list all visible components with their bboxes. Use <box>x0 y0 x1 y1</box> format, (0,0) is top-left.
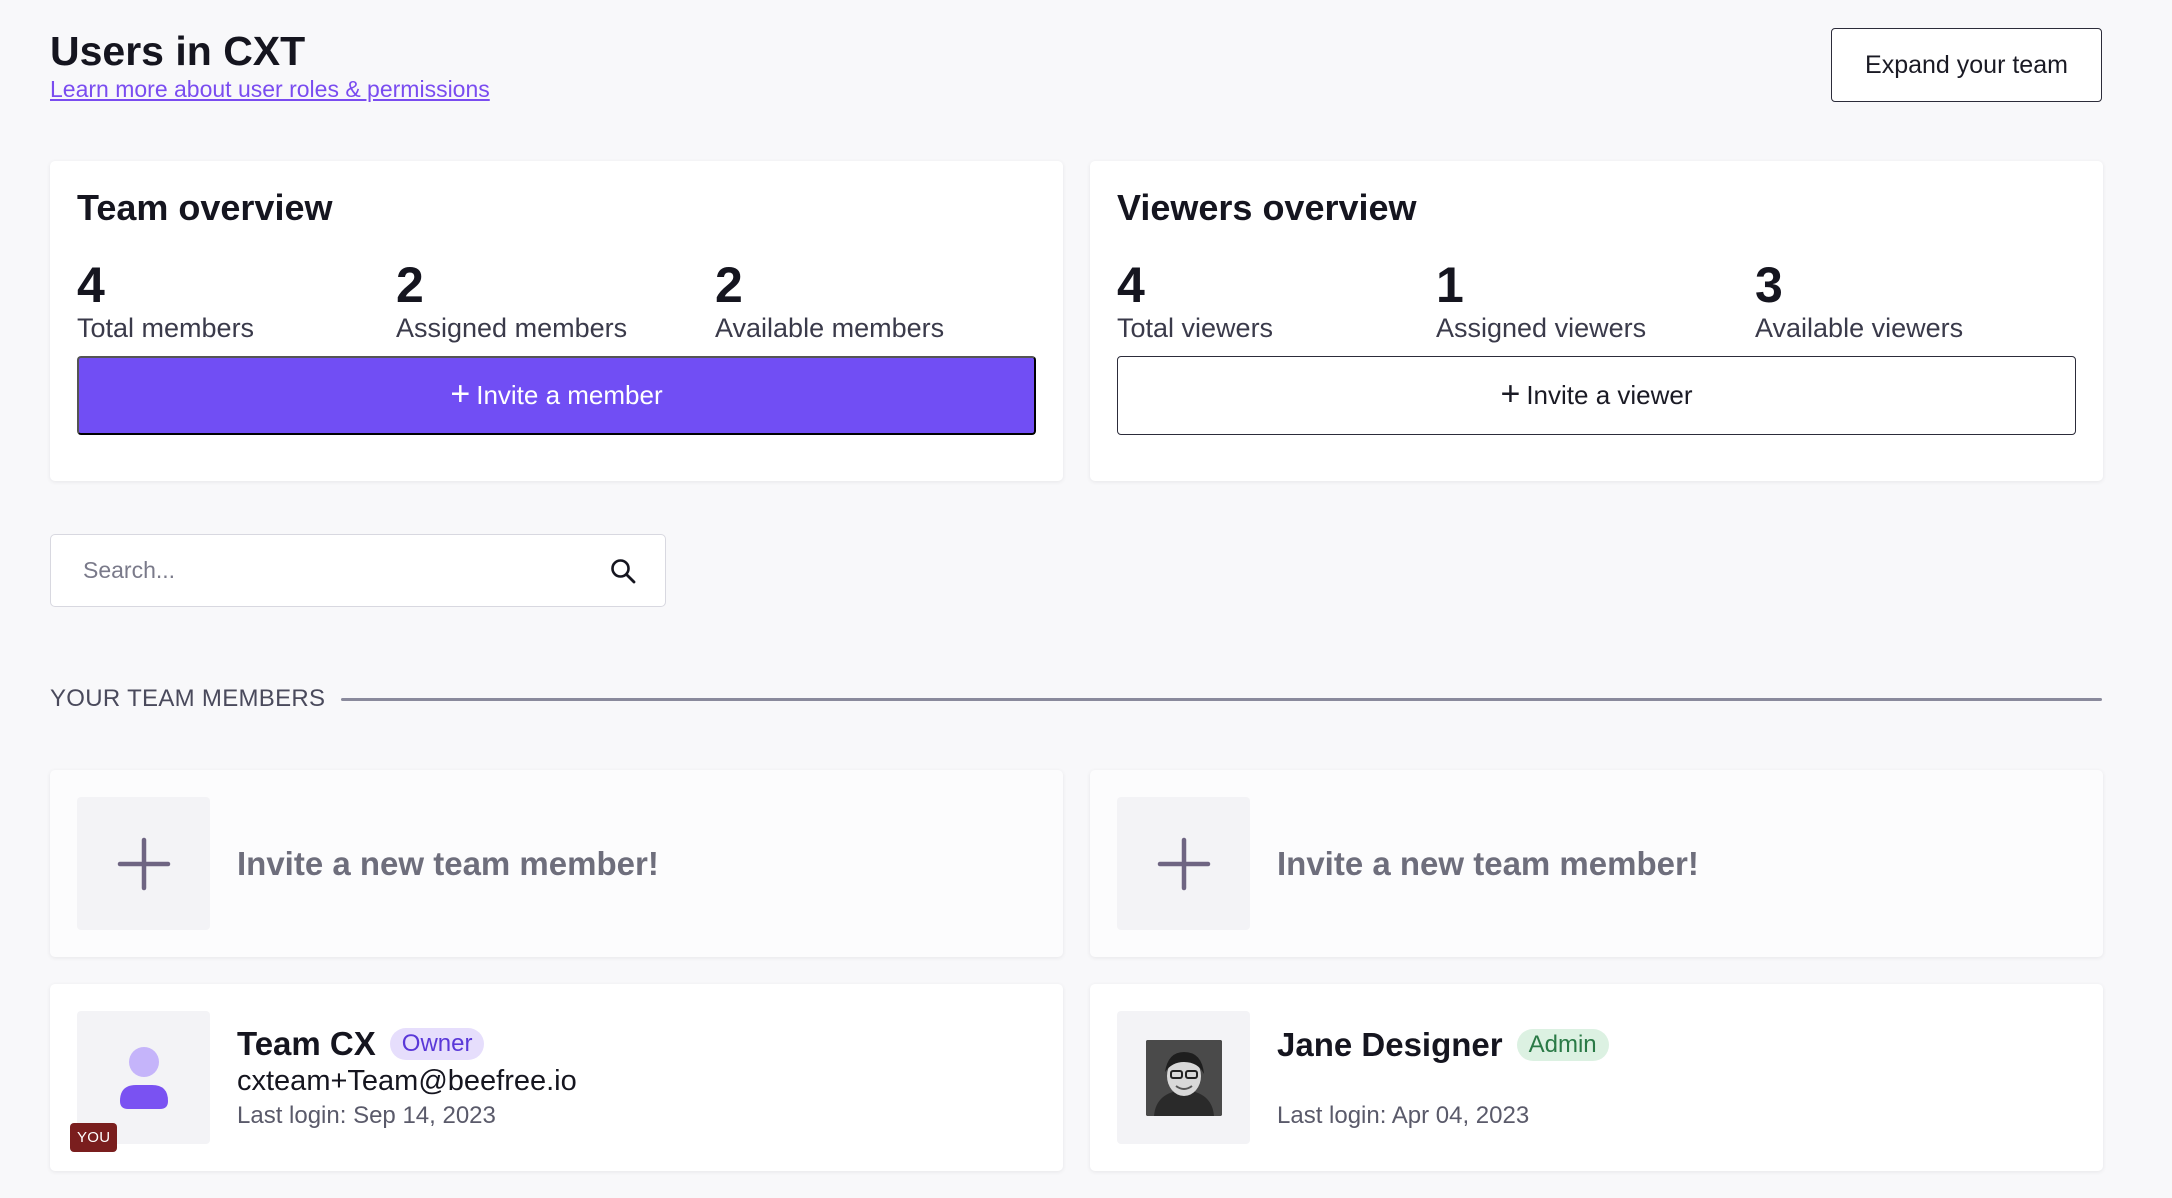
invite-new-member-card[interactable]: Invite a new team member! <box>1090 770 2103 957</box>
role-badge: Owner <box>389 1028 485 1060</box>
stat-total-members: 4 Total members <box>77 257 396 343</box>
expand-team-button[interactable]: Expand your team <box>1831 28 2102 102</box>
section-divider <box>341 697 2102 701</box>
name-row: Jane Designer Admin <box>1277 1026 1609 1064</box>
team-overview-title: Team overview <box>77 187 333 228</box>
team-stats: 4 Total members 2 Assigned members 2 Ava… <box>77 257 1036 343</box>
profile-photo <box>1145 1039 1222 1116</box>
member-name: Team CX <box>237 1025 376 1062</box>
plus-icon: + <box>1500 374 1521 413</box>
stat-assigned-members: 2 Assigned members <box>396 257 715 343</box>
roles-permissions-link[interactable]: Learn more about user roles & permission… <box>50 76 490 103</box>
you-badge: YOU <box>70 1123 118 1152</box>
stat-value: 2 <box>715 257 743 313</box>
page-header: Users in CXT Learn more about user roles… <box>50 28 490 103</box>
stat-total-viewers: 4 Total viewers <box>1117 257 1436 343</box>
plus-icon <box>1157 837 1210 890</box>
member-name: Jane Designer <box>1277 1025 1503 1063</box>
viewer-stats: 4 Total viewers 1 Assigned viewers 3 Ava… <box>1117 257 2076 343</box>
last-login: Last login: Apr 04, 2023 <box>1277 1101 1530 1129</box>
name-row: Team CX Owner <box>237 1025 577 1063</box>
section-title: YOUR TEAM MEMBERS <box>50 685 326 712</box>
search-input[interactable] <box>83 557 609 584</box>
invite-thumb <box>77 797 210 930</box>
member-email: cxteam+Team@beefree.io <box>237 1065 577 1097</box>
default-avatar-icon <box>119 1046 168 1109</box>
stat-value: 4 <box>77 257 105 313</box>
stat-value: 3 <box>1755 257 1783 313</box>
invite-member-label: Invite a member <box>476 380 663 410</box>
search-box <box>50 534 666 607</box>
stat-label: Available viewers <box>1755 313 1964 343</box>
plus-icon <box>117 837 170 890</box>
invite-member-button[interactable]: + Invite a member <box>77 356 1036 435</box>
stat-available-viewers: 3 Available viewers <box>1755 257 2074 343</box>
member-card-team-cx[interactable]: YOU Team CX Owner cxteam+Team@beefree.io… <box>50 984 1063 1171</box>
invite-prompt: Invite a new team member! <box>1277 844 1699 882</box>
page-title: Users in CXT <box>50 28 306 74</box>
stat-assigned-viewers: 1 Assigned viewers <box>1436 257 1755 343</box>
invite-viewer-button[interactable]: + Invite a viewer <box>1117 356 2076 435</box>
stat-label: Total members <box>77 313 255 343</box>
stat-label: Assigned members <box>396 313 628 343</box>
viewers-overview-card: Viewers overview 4 Total viewers 1 Assig… <box>1090 161 2103 481</box>
last-login: Last login: Sep 14, 2023 <box>237 1102 496 1129</box>
users-page: Users in CXT Learn more about user roles… <box>0 0 2172 1198</box>
invite-viewer-label: Invite a viewer <box>1526 380 1693 410</box>
member-info: Team CX Owner cxteam+Team@beefree.io Las… <box>237 1011 577 1144</box>
stat-value: 2 <box>396 257 424 313</box>
invite-prompt: Invite a new team member! <box>237 844 659 882</box>
stat-label: Total viewers <box>1117 313 1274 343</box>
stat-label: Available members <box>715 313 945 343</box>
avatar <box>1117 1011 1250 1144</box>
avatar: YOU <box>70 1011 210 1152</box>
stat-available-members: 2 Available members <box>715 257 1034 343</box>
team-overview-card: Team overview 4 Total members 2 Assigned… <box>50 161 1063 481</box>
plus-icon: + <box>450 374 471 413</box>
stat-value: 4 <box>1117 257 1145 313</box>
stat-value: 1 <box>1436 257 1464 313</box>
stat-label: Assigned viewers <box>1436 313 1647 343</box>
member-info: Jane Designer Admin Last login: Apr 04, … <box>1277 1011 1609 1144</box>
search-icon[interactable] <box>609 557 637 585</box>
member-card-jane-designer[interactable]: Jane Designer Admin Last login: Apr 04, … <box>1090 984 2103 1171</box>
team-members-section-header: YOUR TEAM MEMBERS <box>50 685 2102 713</box>
role-badge: Admin <box>1516 1028 1609 1061</box>
invite-thumb <box>1117 797 1250 930</box>
viewers-overview-title: Viewers overview <box>1117 187 1417 228</box>
invite-new-member-card[interactable]: Invite a new team member! <box>50 770 1063 957</box>
